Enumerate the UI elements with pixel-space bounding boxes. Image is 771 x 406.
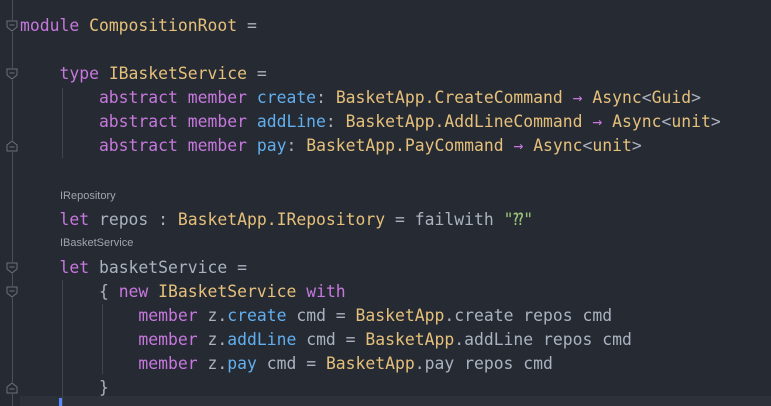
code-token: pay bbox=[256, 136, 287, 155]
gutter bbox=[12, 0, 13, 406]
type-hint-ibasketservice: IBasketService bbox=[60, 237, 134, 249]
code-line[interactable]: let repos : BasketApp.IRepository = fail… bbox=[20, 208, 533, 232]
code-token: > bbox=[691, 88, 701, 107]
code-token: BasketApp bbox=[355, 306, 445, 325]
code-token: member bbox=[20, 354, 208, 373]
code-token: .create repos cmd bbox=[444, 306, 613, 325]
code-line[interactable]: type IBasketService = bbox=[20, 62, 267, 86]
fold-collapse-icon[interactable] bbox=[6, 68, 18, 80]
code-line[interactable]: abstract member create: BasketApp.Create… bbox=[20, 86, 701, 110]
fold-collapse-icon[interactable] bbox=[6, 286, 18, 298]
code-token: cmd = bbox=[256, 354, 326, 373]
code-token: > bbox=[631, 136, 642, 155]
code-token: "⁇" bbox=[503, 210, 534, 229]
code-token: = failwith bbox=[385, 210, 504, 229]
code-token: CompositionRoot bbox=[89, 16, 238, 35]
code-token: < bbox=[641, 88, 652, 107]
code-token: Async bbox=[533, 136, 583, 155]
code-token: abstract member bbox=[20, 88, 257, 107]
fold-collapse-icon[interactable] bbox=[6, 262, 18, 274]
code-token: Guid bbox=[651, 88, 692, 107]
code-token: = bbox=[246, 64, 267, 83]
code-token: → bbox=[582, 112, 613, 131]
code-line[interactable]: } bbox=[20, 376, 109, 400]
code-token: pay bbox=[227, 354, 257, 373]
code-token: BasketApp.IRepository bbox=[177, 210, 386, 229]
code-token: abstract member bbox=[20, 112, 257, 131]
code-token: IBasketService bbox=[158, 282, 307, 301]
code-token: create bbox=[256, 88, 317, 107]
code-token: BasketApp.PayCommand bbox=[306, 136, 504, 155]
code-line[interactable]: member z.create cmd = BasketApp.create r… bbox=[20, 304, 612, 328]
code-token: cmd = bbox=[286, 306, 356, 325]
fold-end-icon[interactable] bbox=[6, 382, 18, 394]
code-token: BasketApp.AddLineCommand bbox=[345, 112, 583, 131]
code-token: basketService = bbox=[98, 258, 247, 277]
code-token: < bbox=[661, 112, 672, 131]
code-token: Async bbox=[592, 88, 642, 107]
code-token: module bbox=[20, 16, 90, 35]
code-token: with bbox=[306, 282, 346, 301]
code-line[interactable]: member z.addLine cmd = BasketApp.addLine… bbox=[20, 328, 632, 352]
code-token: z. bbox=[207, 306, 228, 325]
code-token: type bbox=[20, 64, 109, 83]
code-token: .addLine repos cmd bbox=[454, 330, 632, 349]
code-token: Async bbox=[612, 112, 662, 131]
code-line[interactable]: member z.pay cmd = BasketApp.pay repos c… bbox=[20, 352, 553, 376]
code-line[interactable]: module CompositionRoot = bbox=[20, 14, 257, 38]
code-token: unit bbox=[671, 112, 711, 131]
code-line[interactable]: abstract member pay: BasketApp.PayComman… bbox=[20, 134, 642, 158]
code-token: BasketApp.CreateCommand bbox=[335, 88, 563, 107]
code-token: → bbox=[503, 136, 534, 155]
code-token: member bbox=[20, 330, 208, 349]
fold-collapse-icon[interactable] bbox=[6, 20, 18, 32]
code-token: abstract member bbox=[20, 136, 257, 155]
code-token: : bbox=[325, 112, 346, 131]
code-line[interactable]: let basketService = bbox=[20, 256, 247, 280]
code-token: = bbox=[237, 16, 257, 35]
code-token: IBasketService bbox=[108, 64, 247, 83]
code-token: member bbox=[20, 306, 208, 325]
code-token: : bbox=[286, 136, 307, 155]
code-token: z. bbox=[207, 354, 228, 373]
code-token: → bbox=[562, 88, 593, 107]
type-hint-irepository: IRepository bbox=[60, 190, 116, 202]
code-token: addLine bbox=[256, 112, 326, 131]
code-token: { bbox=[20, 282, 119, 301]
code-token: BasketApp bbox=[325, 354, 415, 373]
code-token: create bbox=[227, 306, 287, 325]
code-line[interactable]: { new IBasketService with bbox=[20, 280, 346, 304]
code-token: let bbox=[20, 258, 99, 277]
code-token: addLine bbox=[227, 330, 297, 349]
code-token: let bbox=[20, 210, 99, 229]
current-line-highlight bbox=[20, 396, 771, 406]
code-token: : bbox=[316, 88, 336, 107]
code-token: repos : bbox=[98, 210, 178, 229]
code-token: < bbox=[582, 136, 593, 155]
code-token: cmd = bbox=[296, 330, 366, 349]
code-token: } bbox=[20, 378, 109, 397]
code-token: z. bbox=[207, 330, 228, 349]
fold-end-icon[interactable] bbox=[6, 140, 18, 152]
code-token: > bbox=[710, 112, 721, 131]
code-token: BasketApp bbox=[365, 330, 455, 349]
code-token: new bbox=[118, 282, 159, 301]
code-token: unit bbox=[592, 136, 632, 155]
code-token: .pay repos cmd bbox=[414, 354, 553, 373]
code-line[interactable]: abstract member addLine: BasketApp.AddLi… bbox=[20, 110, 721, 134]
